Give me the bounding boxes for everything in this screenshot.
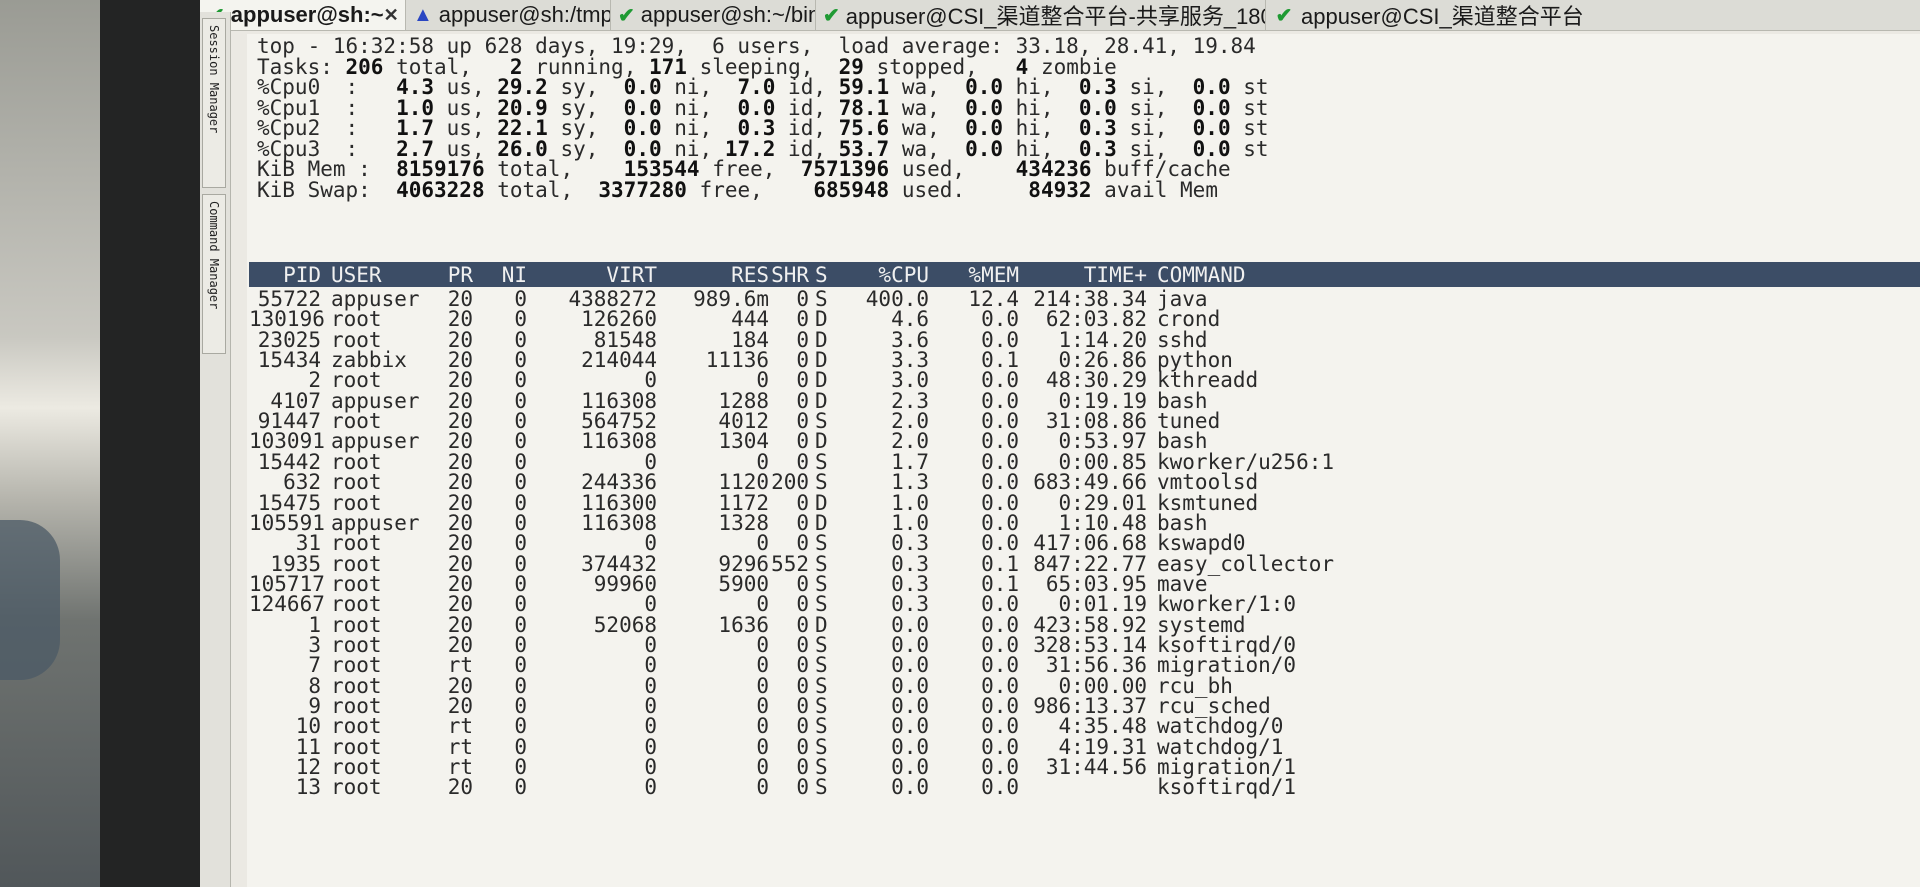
top-summary-line: KiB Swap: 4063228 total, 3377280 free, 6… xyxy=(257,178,1218,202)
column-header-user: USER xyxy=(331,263,382,287)
summary-text: free, xyxy=(686,177,801,202)
summary-text: total, xyxy=(484,177,599,202)
column-header-ni: NI xyxy=(501,263,527,287)
session-manager-tab[interactable]: Session Manager xyxy=(202,18,226,188)
process-command: ksoftirqd/1 xyxy=(1157,775,1297,800)
session-tab-bar: ✔appuser@sh:~✕▲appuser@sh:/tmp✔appuser@s… xyxy=(200,0,1920,31)
column-header-pr: PR xyxy=(447,263,473,287)
process-mem: 0.0 xyxy=(981,775,1019,800)
monitor-bezel xyxy=(100,0,200,887)
photo-background-left xyxy=(0,0,100,887)
column-header-cpu: %CPU xyxy=(878,263,929,287)
session-tab-label: appuser@sh:/tmp xyxy=(438,2,611,27)
warning-icon: ▲ xyxy=(413,3,433,26)
check-icon: ✔ xyxy=(1275,4,1293,27)
side-panel: Session Manager Command Manager xyxy=(200,12,231,887)
column-header-mem: %MEM xyxy=(968,263,1019,287)
check-icon: ✔ xyxy=(618,4,635,27)
command-manager-tab[interactable]: Command Manager xyxy=(202,194,226,354)
session-tab-label: appuser@CSI_渠道整合平台 xyxy=(1301,4,1584,29)
column-header-shr: SHR xyxy=(771,263,809,287)
session-tab[interactable]: ✔ appuser@CSI_渠道整合平台-共享服务_180.2... xyxy=(815,0,1266,30)
session-tab-label: appuser@sh:~ xyxy=(230,2,384,27)
check-icon: ✔ xyxy=(823,4,840,27)
session-tab[interactable]: ✔ appuser@sh:~/bin xyxy=(610,0,816,30)
summary-text: avail Mem xyxy=(1091,177,1218,202)
summary-value: 4063228 xyxy=(383,177,485,202)
column-header-pid: PID xyxy=(283,263,321,287)
process-ni: 0 xyxy=(514,775,527,800)
process-pr: 20 xyxy=(447,775,473,800)
summary-value: 84932 xyxy=(1003,177,1092,202)
summary-value: 685948 xyxy=(800,177,890,202)
screen: ✔appuser@sh:~✕▲appuser@sh:/tmp✔appuser@s… xyxy=(200,0,1920,887)
column-header-time: TIME+ xyxy=(1083,263,1147,287)
process-virt: 0 xyxy=(644,775,657,800)
session-tab-label: appuser@CSI_渠道整合平台-共享服务_180.2... xyxy=(845,4,1266,29)
session-tab-label: appuser@sh:~/bin xyxy=(640,2,816,27)
close-tab-icon[interactable]: ✕ xyxy=(384,5,399,26)
session-tab[interactable]: ▲ appuser@sh:/tmp xyxy=(405,0,611,30)
terminal-output[interactable]: top - 16:32:58 up 628 days, 19:29, 6 use… xyxy=(247,34,1920,887)
process-time xyxy=(1027,775,1147,799)
process-pid: 13 xyxy=(295,775,321,800)
process-cpu: 0.0 xyxy=(891,775,929,800)
summary-text: used. xyxy=(889,177,1004,202)
process-shr: 0 xyxy=(796,775,809,800)
summary-value: 3377280 xyxy=(598,177,687,202)
process-row[interactable]: 13 root 20 0 0 0 0 S 0.0 0.0 ksoftirqd/1 xyxy=(247,775,1920,800)
summary-text: KiB Swap: xyxy=(257,177,384,202)
summary-text: st xyxy=(1230,136,1269,161)
column-header-command: COMMAND xyxy=(1157,263,1246,287)
session-tab[interactable]: ✔ appuser@CSI_渠道整合平台 xyxy=(1265,0,1920,30)
process-user: root xyxy=(331,775,382,800)
column-header-virt: VIRT xyxy=(606,263,657,287)
background-object xyxy=(0,520,60,680)
